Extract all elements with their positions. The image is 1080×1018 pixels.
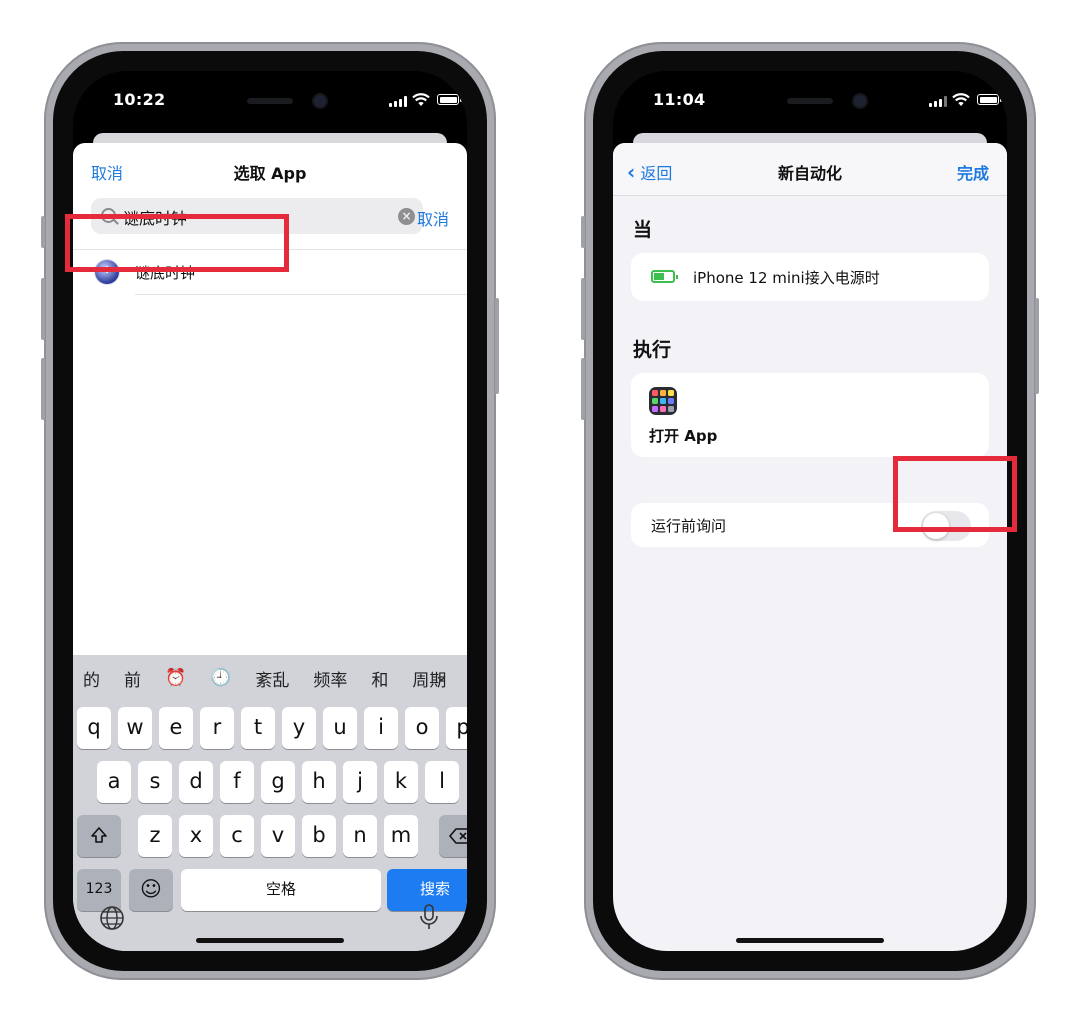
candidate-word[interactable]: 频率 xyxy=(313,666,347,691)
keyboard-bottom-bar xyxy=(73,891,467,951)
key-y[interactable]: y xyxy=(282,707,316,749)
trigger-card[interactable]: iPhone 12 mini接入电源时 xyxy=(631,253,989,301)
candidate-word[interactable]: 紊乱 xyxy=(255,666,289,691)
done-button[interactable]: 完成 xyxy=(957,160,989,184)
backspace-icon xyxy=(449,828,467,844)
page-title: 选取 App xyxy=(233,164,307,183)
status-bar: 11:04 xyxy=(613,71,1007,121)
nav-bar: ‹ 返回 新自动化 完成 xyxy=(613,143,1007,196)
silent-switch xyxy=(581,216,585,248)
key-a[interactable]: a xyxy=(97,761,131,803)
shift-icon xyxy=(91,827,107,843)
wifi-icon xyxy=(952,93,970,106)
new-automation-sheet: ‹ 返回 新自动化 完成 当 iPhone 12 mini接入电源时 执行 打开… xyxy=(613,143,1007,951)
shift-key[interactable] xyxy=(77,815,121,857)
search-cancel-button[interactable]: 取消 xyxy=(417,206,449,230)
clear-icon[interactable]: × xyxy=(398,208,415,225)
key-n[interactable]: n xyxy=(343,815,377,857)
front-camera xyxy=(854,95,866,107)
candidate-alarm-emoji[interactable]: ⏰ xyxy=(165,668,186,688)
key-t[interactable]: t xyxy=(241,707,275,749)
bezel: 10:22 取消 选取 App 谜底时钟 × 取消 谜底时钟 的 前 ⏰ 🕘 紊… xyxy=(53,51,487,971)
key-w[interactable]: w xyxy=(118,707,152,749)
key-u[interactable]: u xyxy=(323,707,357,749)
key-h[interactable]: h xyxy=(302,761,336,803)
volume-down-button xyxy=(41,358,45,420)
key-b[interactable]: b xyxy=(302,815,336,857)
left-phone: 10:22 取消 选取 App 谜底时钟 × 取消 谜底时钟 的 前 ⏰ 🕘 紊… xyxy=(41,42,499,980)
key-s[interactable]: s xyxy=(138,761,172,803)
status-time: 11:04 xyxy=(653,90,706,109)
key-g[interactable]: g xyxy=(261,761,295,803)
status-bar: 10:22 xyxy=(73,71,467,121)
trigger-label: iPhone 12 mini接入电源时 xyxy=(693,269,880,287)
speaker xyxy=(247,98,293,104)
page-title: 新自动化 xyxy=(777,164,842,183)
open-app-action-card[interactable]: 打开 App xyxy=(631,373,989,457)
battery-icon xyxy=(977,94,1002,105)
key-f[interactable]: f xyxy=(220,761,254,803)
globe-icon[interactable] xyxy=(99,905,125,931)
delete-key[interactable] xyxy=(439,815,467,857)
cellular-signal-icon xyxy=(389,96,407,107)
key-r[interactable]: r xyxy=(200,707,234,749)
home-indicator xyxy=(736,938,884,943)
screen: 10:22 取消 选取 App 谜底时钟 × 取消 谜底时钟 的 前 ⏰ 🕘 紊… xyxy=(73,71,467,951)
key-d[interactable]: d xyxy=(179,761,213,803)
speaker xyxy=(787,98,833,104)
volume-up-button xyxy=(581,278,585,340)
chevron-down-icon[interactable]: ⌄ xyxy=(434,665,449,686)
key-i[interactable]: i xyxy=(364,707,398,749)
wifi-icon xyxy=(412,93,430,106)
candidate-word[interactable]: 的 xyxy=(83,666,100,691)
cellular-signal-icon xyxy=(929,96,947,107)
power-button xyxy=(495,298,499,394)
key-q[interactable]: q xyxy=(77,707,111,749)
key-x[interactable]: x xyxy=(179,815,213,857)
ask-before-running-label: 运行前询问 xyxy=(651,517,727,535)
key-k[interactable]: k xyxy=(384,761,418,803)
divider xyxy=(135,294,467,295)
when-header: 当 xyxy=(633,219,653,241)
right-phone: 11:04 ‹ 返回 新自动化 完成 当 iPhone 12 mini接入电源时… xyxy=(581,42,1039,980)
key-o[interactable]: o xyxy=(405,707,439,749)
keyboard: 的 前 ⏰ 🕘 紊乱 频率 和 周期 ⌄ q w e r t y u i o p… xyxy=(73,655,467,951)
key-l[interactable]: l xyxy=(425,761,459,803)
silent-switch xyxy=(41,216,45,248)
front-camera xyxy=(314,95,326,107)
highlight-box xyxy=(65,214,289,272)
key-z[interactable]: z xyxy=(138,815,172,857)
volume-down-button xyxy=(581,358,585,420)
key-c[interactable]: c xyxy=(220,815,254,857)
candidate-clock-emoji[interactable]: 🕘 xyxy=(210,668,231,688)
key-m[interactable]: m xyxy=(384,815,418,857)
do-header: 执行 xyxy=(633,339,672,361)
home-indicator xyxy=(196,938,344,943)
action-label: 打开 App xyxy=(649,427,718,445)
battery-icon xyxy=(437,94,462,105)
status-time: 10:22 xyxy=(113,90,166,109)
candidate-word[interactable]: 前 xyxy=(124,666,141,691)
microphone-icon[interactable] xyxy=(419,903,439,931)
volume-up-button xyxy=(41,278,45,340)
key-p[interactable]: p xyxy=(446,707,467,749)
open-app-icon xyxy=(649,387,677,415)
candidate-word[interactable]: 和 xyxy=(371,666,388,691)
power-button xyxy=(1035,298,1039,394)
key-v[interactable]: v xyxy=(261,815,295,857)
nav-bar: 取消 选取 App xyxy=(73,143,467,195)
charging-battery-icon xyxy=(651,270,678,283)
highlight-box xyxy=(893,456,1017,532)
key-j[interactable]: j xyxy=(343,761,377,803)
key-e[interactable]: e xyxy=(159,707,193,749)
candidate-bar: 的 前 ⏰ 🕘 紊乱 频率 和 周期 ⌄ xyxy=(73,655,467,701)
